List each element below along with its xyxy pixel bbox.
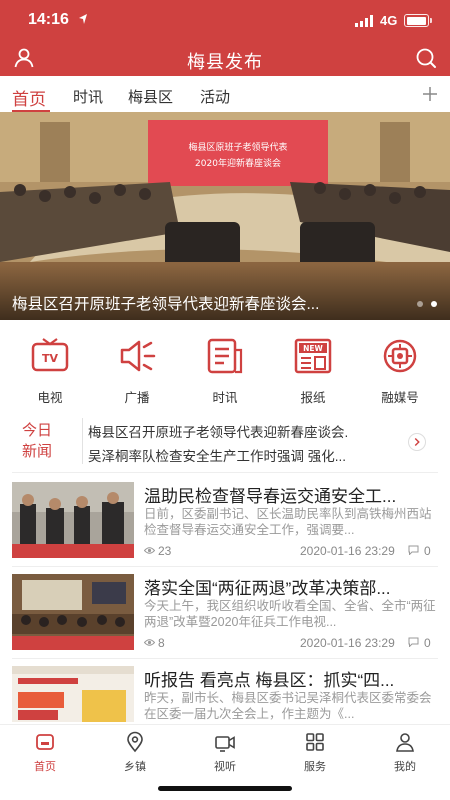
home-icon <box>36 734 54 750</box>
location-arrow-icon <box>79 14 87 24</box>
media-hub-icon <box>383 339 417 373</box>
nav-label-services: 服务 <box>304 761 326 773</box>
newspaper-icon: NEW <box>294 338 332 374</box>
comment-count: 0 <box>424 636 431 650</box>
views-count: 23 <box>158 544 172 558</box>
headline-ticker[interactable]: 今日 新闻 梅县区召开原班子老领导代表迎新春座谈会. 吴泽桐率队检查安全生产工作… <box>12 416 438 466</box>
ticker-headline[interactable]: 梅县区召开原班子老领导代表迎新春座谈会. <box>88 421 406 441</box>
nav-label-profile: 我的 <box>394 761 416 773</box>
add-channel-icon[interactable] <box>420 84 440 104</box>
list-item[interactable]: 听报告 看亮点 梅县区：抓实“四... 昨天，副市长、梅县区委书记吴泽桐代表区委… <box>12 666 438 722</box>
grid-item-broadcast[interactable]: 广播 <box>102 338 172 408</box>
views-icon <box>144 547 155 554</box>
grid-label-tv: 电视 <box>37 391 63 405</box>
grid-item-tv[interactable]: TV 电视 <box>15 338 85 408</box>
signal-icon <box>355 15 373 27</box>
broadcast-icon <box>120 340 156 372</box>
nav-home[interactable]: 首页 <box>15 731 75 774</box>
news-thumbnail <box>12 574 134 650</box>
news-title[interactable]: 落实全国“两征两退”改革决策部... <box>144 574 438 599</box>
views-count: 8 <box>158 636 165 650</box>
search-icon[interactable] <box>414 46 438 70</box>
grid-item-media-hub[interactable]: 融媒号 <box>365 338 435 408</box>
ticker-separator <box>82 418 83 464</box>
tab-activity[interactable]: 活动 <box>200 86 230 107</box>
news-doc-icon <box>207 338 243 374</box>
divider <box>12 566 438 567</box>
today-news-logo-top: 今日 <box>22 422 53 439</box>
nav-label-towns: 乡镇 <box>124 761 146 773</box>
nav-label-video: 视听 <box>214 761 236 773</box>
views-icon <box>144 639 155 646</box>
news-title[interactable]: 听报告 看亮点 梅县区：抓实“四... <box>144 666 438 691</box>
profile-icon <box>396 733 414 752</box>
svg-text:2020年迎新春座谈会: 2020年迎新春座谈会 <box>195 157 281 169</box>
grid-item-newspaper[interactable]: NEW 报纸 <box>278 338 348 408</box>
battery-tip <box>430 18 432 23</box>
page-title: 梅县发布 <box>187 52 263 72</box>
status-time: 14:16 <box>28 11 69 28</box>
svg-text:NEW: NEW <box>303 344 323 353</box>
news-meta: 23 2020-01-16 23:29 0 <box>144 544 438 558</box>
carousel-dots <box>413 301 443 309</box>
home-indicator <box>158 786 292 791</box>
comment-count: 0 <box>424 544 431 558</box>
today-news-logo: 今日 新闻 <box>22 420 72 462</box>
grid-label-news: 时讯 <box>212 391 238 405</box>
today-news-logo-bottom: 新闻 <box>22 443 53 460</box>
grid-label-media-hub: 融媒号 <box>381 391 419 405</box>
nav-label-home: 首页 <box>34 761 56 773</box>
network-type: 4G <box>380 13 398 28</box>
divider <box>12 658 438 659</box>
nav-video[interactable]: 视听 <box>195 731 255 774</box>
tab-meixian[interactable]: 梅县区 <box>128 86 173 107</box>
nav-profile[interactable]: 我的 <box>375 731 435 774</box>
comment-icon <box>408 545 419 555</box>
list-item[interactable]: 落实全国“两征两退”改革决策部... 今天上午，我区组织收听收看全国、全省、全市… <box>12 574 438 652</box>
location-icon <box>127 731 143 753</box>
carousel-dot[interactable] <box>417 301 423 307</box>
divider <box>12 472 438 473</box>
services-grid-icon <box>306 733 324 751</box>
status-bar: 14:16 4G <box>0 0 450 40</box>
grid-item-news[interactable]: 时讯 <box>190 338 260 408</box>
grid-label-broadcast: 广播 <box>124 391 150 405</box>
feature-grid: TV 电视 广播 时讯 NEW 报纸 融媒号 <box>0 338 450 408</box>
news-date: 2020-01-16 23:29 <box>300 544 395 558</box>
tab-news[interactable]: 时讯 <box>73 86 103 107</box>
app-header: 14:16 4G 梅县发布 <box>0 0 450 76</box>
news-summary: 今天上午，我区组织收听收看全国、全省、全市“两征两退”改革暨2020年征兵工作电… <box>144 599 436 629</box>
nav-towns[interactable]: 乡镇 <box>105 731 165 774</box>
channel-tabs: 首页 时讯 梅县区 活动 <box>0 78 450 112</box>
news-summary: 昨天，副市长、梅县区委书记吴泽桐代表区委常委会在区委一届九次全会上，作主题为《.… <box>144 691 432 721</box>
video-icon <box>215 736 235 752</box>
list-item[interactable]: 温助民检查督导春运交通安全工... 日前，区委副书记、区长温助民率队到高铁梅州西… <box>12 482 438 560</box>
carousel-dot-active[interactable] <box>431 301 437 307</box>
nav-services[interactable]: 服务 <box>285 731 345 774</box>
battery-icon <box>404 14 429 27</box>
news-thumbnail <box>12 482 134 558</box>
news-meta: 8 2020-01-16 23:29 0 <box>144 636 438 650</box>
tv-icon: TV <box>31 338 69 372</box>
tab-home[interactable]: 首页 <box>12 85 46 110</box>
grid-label-newspaper: 报纸 <box>300 391 326 405</box>
hero-carousel[interactable]: 梅县区原班子老领导代表 2020年迎新春座谈会 梅县区召开原班子老领导代表迎新春… <box>0 112 450 320</box>
chevron-right-icon[interactable] <box>408 433 426 451</box>
news-summary: 日前，区委副书记、区长温助民率队到高铁梅州西站检查督导春运交通安全工作，强调要.… <box>144 507 432 537</box>
ticker-headline[interactable]: 吴泽桐率队检查安全生产工作时强调 强化... <box>88 445 406 465</box>
comment-icon <box>408 637 419 647</box>
svg-text:TV: TV <box>42 352 59 365</box>
news-date: 2020-01-16 23:29 <box>300 636 395 650</box>
news-thumbnail <box>12 666 134 722</box>
news-title[interactable]: 温助民检查督导春运交通安全工... <box>144 482 438 507</box>
banner-text: 梅县区原班子老领导代表 <box>188 141 287 153</box>
hero-caption[interactable]: 梅县区召开原班子老领导代表迎新春座谈会... <box>12 292 407 314</box>
